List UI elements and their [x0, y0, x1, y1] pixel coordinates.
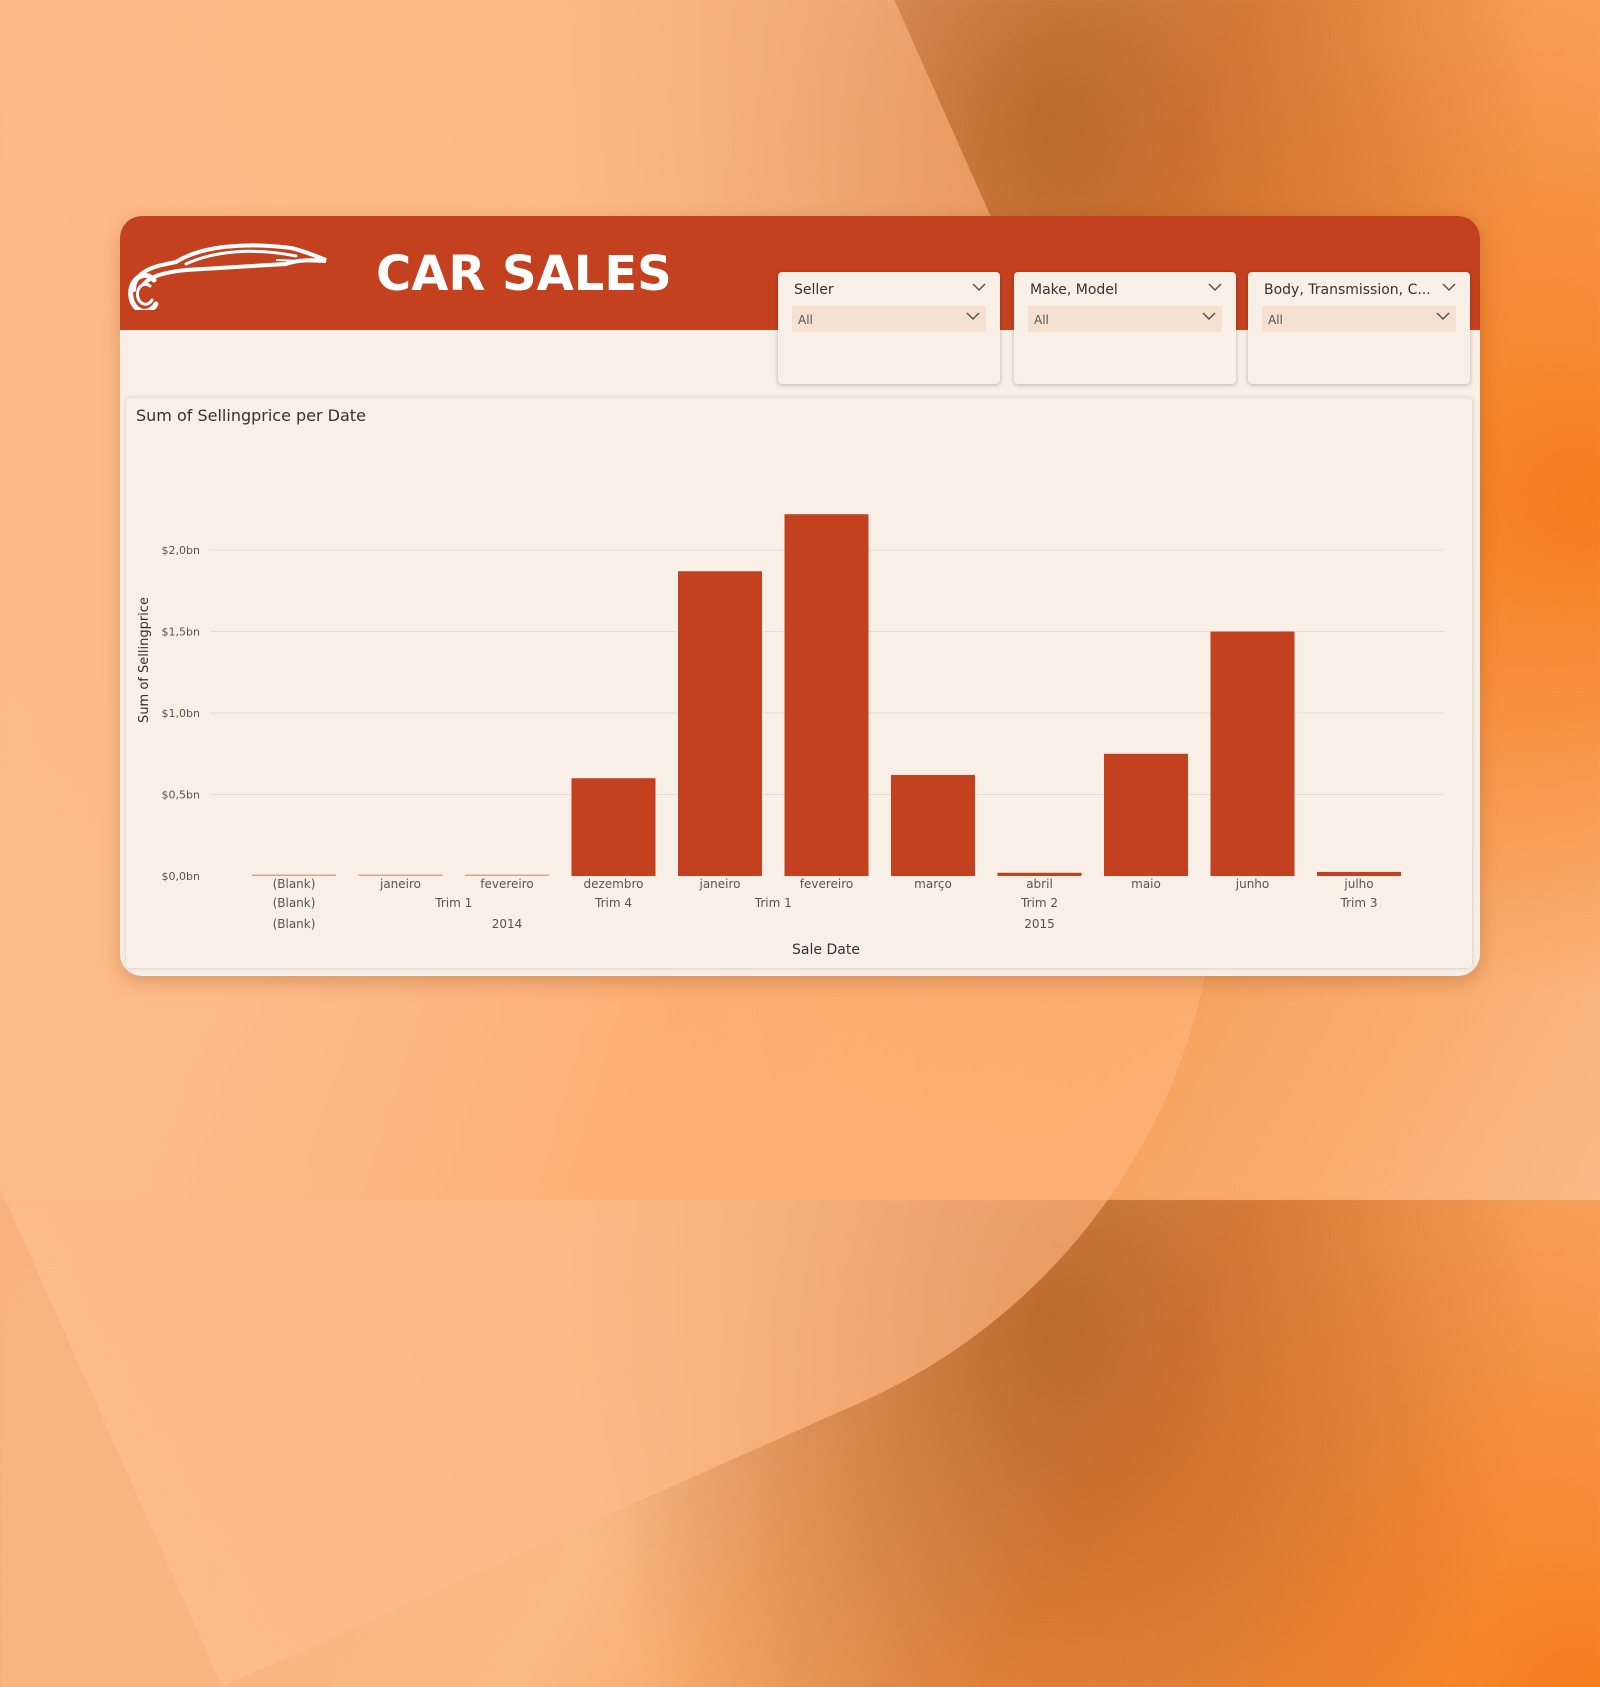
x-quarter-label: (Blank) — [273, 896, 316, 910]
chevron-down-icon[interactable] — [1442, 282, 1456, 292]
car-silhouette-icon — [128, 243, 327, 310]
slicer-title: Make, Model — [1030, 282, 1118, 298]
chevron-down-icon[interactable] — [966, 311, 980, 321]
bar — [571, 778, 656, 876]
slicer-body-transmission[interactable]: Body, Transmission, C... All — [1248, 272, 1470, 384]
bar — [1104, 753, 1188, 876]
bar-chart: $0,0bn $0,5bn $1,0bn $1,5bn $2,0bn (Blank) jan… — [137, 514, 1444, 958]
x-tick-label: (Blank) — [273, 877, 316, 891]
x-tick-label: fevereiro — [480, 877, 534, 891]
x-tick-label: junho — [1235, 877, 1270, 891]
x-quarter-label: Trim 3 — [1340, 896, 1378, 910]
x-tick-label: fevereiro — [800, 877, 854, 891]
bar — [678, 571, 762, 876]
dashboard-card: CAR SALES Seller All Make, Model All Bod… — [120, 216, 1480, 976]
chevron-down-icon[interactable] — [1436, 311, 1450, 321]
x-tick-label: janeiro — [379, 877, 421, 891]
slicer-value: All — [798, 313, 813, 327]
bar-chart-card: Sum of Sellingprice per Date $0,0bn $0,5b… — [126, 398, 1472, 968]
slicer-title: Body, Transmission, C... — [1264, 282, 1431, 298]
x-quarter-label: Trim 1 — [434, 896, 472, 910]
y-tick-label: $1,0bn — [162, 707, 200, 720]
x-year-label: (Blank) — [273, 917, 316, 931]
x-tick-label: julho — [1343, 877, 1373, 891]
bar — [358, 874, 443, 876]
x-quarter-label: Trim 4 — [594, 896, 632, 910]
bar — [1317, 871, 1401, 876]
y-tick-label: $1,5bn — [162, 626, 200, 639]
x-tick-label: maio — [1131, 877, 1161, 891]
chevron-down-icon[interactable] — [1208, 282, 1222, 292]
x-tick-label: dezembro — [584, 877, 644, 891]
bar — [465, 874, 549, 876]
bar — [997, 872, 1082, 876]
slicer-seller[interactable]: Seller All — [778, 272, 1000, 384]
bar — [1210, 631, 1295, 876]
x-quarter-label: Trim 1 — [754, 896, 792, 910]
slicer-value: All — [1268, 313, 1283, 327]
slicer-make-model[interactable]: Make, Model All — [1014, 272, 1236, 384]
y-tick-label: $0,0bn — [162, 870, 200, 883]
bar — [252, 874, 336, 876]
y-tick-label: $0,5bn — [162, 789, 200, 802]
x-year-label: 2015 — [1024, 917, 1055, 931]
slicer-dropdown[interactable]: All — [1028, 306, 1222, 332]
slicer-title: Seller — [794, 282, 834, 298]
chevron-down-icon[interactable] — [972, 282, 986, 292]
x-quarter-label: Trim 2 — [1020, 896, 1058, 910]
y-tick-label: $2,0bn — [162, 544, 200, 557]
bar — [784, 514, 869, 876]
x-tick-label: abril — [1026, 877, 1053, 891]
x-year-label: 2014 — [492, 917, 523, 931]
slicer-dropdown[interactable]: All — [792, 306, 986, 332]
y-axis-title: Sum of Sellingprice — [137, 597, 152, 723]
x-tick-label: março — [914, 877, 952, 891]
slicer-value: All — [1034, 313, 1049, 327]
page-title: CAR SALES — [376, 246, 672, 302]
x-tick-label: janeiro — [698, 877, 740, 891]
x-axis-title: Sale Date — [792, 942, 860, 958]
slicer-dropdown[interactable]: All — [1262, 306, 1456, 332]
chevron-down-icon[interactable] — [1202, 311, 1216, 321]
bar — [891, 774, 975, 876]
